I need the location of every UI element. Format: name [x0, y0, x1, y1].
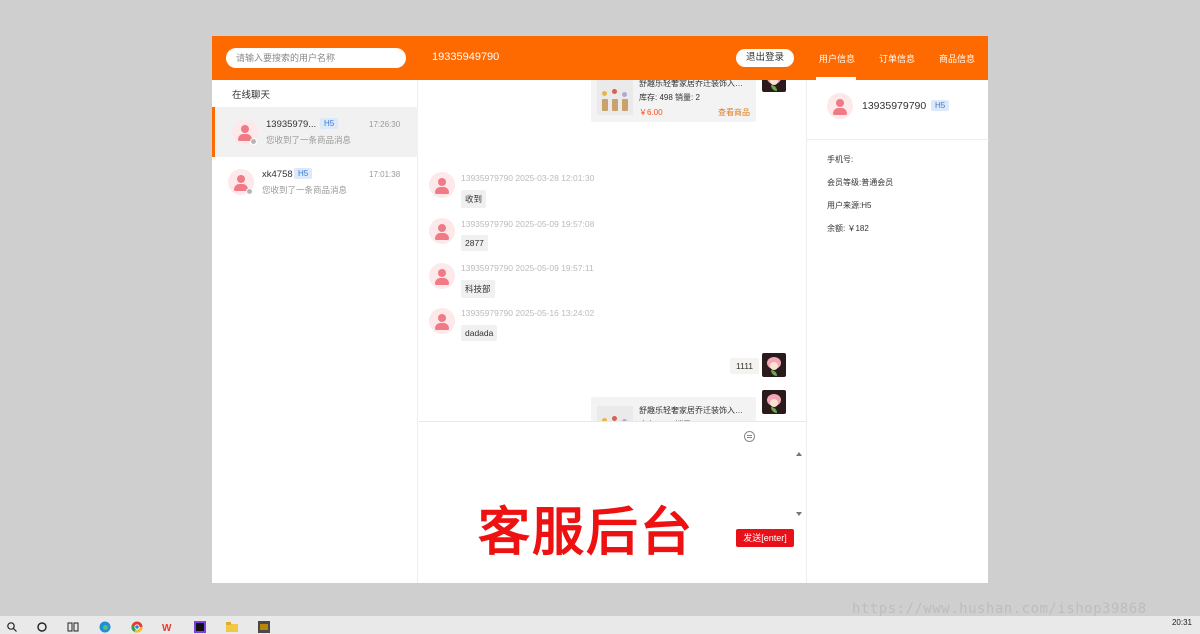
overlay-caption: 客服后台	[478, 503, 695, 563]
message-list[interactable]: 舒趣乐轻奢家居乔迁装饰入户... 库存: 498 销量: 2 ￥6.00 查看商…	[419, 80, 806, 421]
chrome-browser-icon[interactable]	[131, 620, 143, 633]
send-button[interactable]: 发送[enter]	[736, 529, 794, 547]
product-thumbnail	[597, 80, 633, 115]
search-icon[interactable]	[6, 620, 18, 632]
view-product-link[interactable]: 查看商品	[718, 107, 750, 118]
message-bubble: 科技部	[461, 280, 495, 298]
conversation-time: 17:26:30	[369, 120, 401, 129]
tab-order-info[interactable]: 订单信息	[879, 52, 915, 65]
conversation-item[interactable]: xk4758 H5 您收到了一条商品消息 17:01:38	[212, 157, 418, 207]
conversation-last-message: 您收到了一条商品消息	[266, 135, 352, 145]
os-taskbar: W 20:31	[0, 616, 1200, 634]
phone-label: 手机号:	[827, 155, 854, 164]
app-icon[interactable]	[258, 620, 270, 633]
phpstorm-icon[interactable]	[194, 620, 206, 633]
conversation-last-message: 您收到了一条商品消息	[262, 185, 348, 195]
user-avatar-icon	[429, 308, 455, 334]
conversation-name: 13935979...	[266, 119, 317, 130]
user-info-header: 13935979790 H5	[807, 80, 989, 140]
product-title: 舒趣乐轻奢家居乔迁装饰入户...	[639, 406, 749, 415]
product-stock: 库存: 498 销量: 2	[639, 93, 700, 102]
product-price: ￥6.00	[639, 108, 663, 117]
user-balance: 余额: ￥182	[827, 224, 869, 233]
wps-office-icon[interactable]: W	[162, 620, 174, 634]
search-input[interactable]	[226, 48, 406, 68]
message-meta: 13935979790 2025-05-16 13:24:02	[461, 308, 595, 318]
scroll-down-arrow-icon[interactable]	[796, 512, 802, 516]
message-meta: 13935979790 2025-05-09 19:57:08	[461, 219, 595, 229]
scroll-up-arrow-icon[interactable]	[796, 452, 802, 456]
product-card[interactable]: 舒趣乐轻奢家居乔迁装饰入户... 库存: 498 销量: 2 ￥6.00 查看商…	[591, 397, 756, 421]
chat-app: 19335949790 退出登录 用户信息 订单信息 商品信息 在线聊天 139…	[212, 36, 989, 583]
site-watermark: https://www.hushan.com/ishop39868	[852, 601, 1147, 617]
user-avatar-icon	[827, 93, 853, 119]
agent-avatar	[762, 353, 786, 377]
message-bubble: 2877	[461, 235, 488, 251]
product-thumbnail	[597, 406, 633, 421]
platform-badge: H5	[931, 100, 950, 111]
user-source: 用户来源:H5	[827, 201, 872, 210]
offline-status-dot	[246, 188, 253, 195]
system-clock[interactable]: 20:31	[1172, 618, 1192, 627]
svg-text:W: W	[162, 623, 172, 633]
member-level: 会员等级:普通会员	[827, 178, 894, 187]
user-info-panel: 13935979790 H5 手机号: 会员等级:普通会员 用户来源:H5 余额…	[806, 80, 989, 583]
user-avatar-icon	[429, 263, 455, 289]
conversation-sidebar: 在线聊天 13935979... H5 您收到了一条商品消息 17:26:30 …	[212, 80, 418, 583]
platform-badge: H5	[320, 118, 339, 129]
sidebar-title: 在线聊天	[232, 90, 271, 101]
user-avatar-icon	[429, 218, 455, 244]
current-user: 19335949790	[432, 51, 500, 63]
outgoing-message-bubble: 1111	[730, 358, 760, 374]
conversation-time: 17:01:38	[369, 170, 401, 179]
emoji-icon[interactable]	[744, 431, 755, 442]
message-meta: 13935979790 2025-03-28 12:01:30	[461, 173, 595, 183]
file-explorer-icon[interactable]	[226, 620, 238, 632]
conversation-name: xk4758	[262, 169, 293, 180]
offline-status-dot	[250, 138, 257, 145]
task-view-icon[interactable]	[67, 620, 79, 632]
tab-product-info[interactable]: 商品信息	[939, 52, 975, 65]
product-card[interactable]: 舒趣乐轻奢家居乔迁装饰入户... 库存: 498 销量: 2 ￥6.00 查看商…	[591, 80, 756, 122]
message-meta: 13935979790 2025-05-09 19:57:11	[461, 263, 594, 273]
agent-avatar	[762, 390, 786, 414]
agent-avatar	[762, 80, 786, 92]
edge-browser-icon[interactable]	[99, 620, 111, 633]
message-composer: 客服后台 发送[enter]	[419, 421, 806, 583]
product-title: 舒趣乐轻奢家居乔迁装饰入户...	[639, 80, 749, 88]
user-name: 13935979790	[862, 100, 927, 112]
tab-user-info[interactable]: 用户信息	[819, 52, 855, 65]
message-bubble: 收到	[461, 190, 487, 208]
platform-badge: H5	[294, 168, 313, 179]
top-bar: 19335949790 退出登录 用户信息 订单信息 商品信息	[212, 36, 988, 80]
conversation-item[interactable]: 13935979... H5 您收到了一条商品消息 17:26:30	[212, 107, 418, 157]
cortana-icon[interactable]	[36, 620, 48, 632]
user-avatar-icon	[429, 172, 455, 198]
logout-button[interactable]: 退出登录	[736, 49, 794, 67]
message-bubble: dadada	[461, 325, 498, 341]
